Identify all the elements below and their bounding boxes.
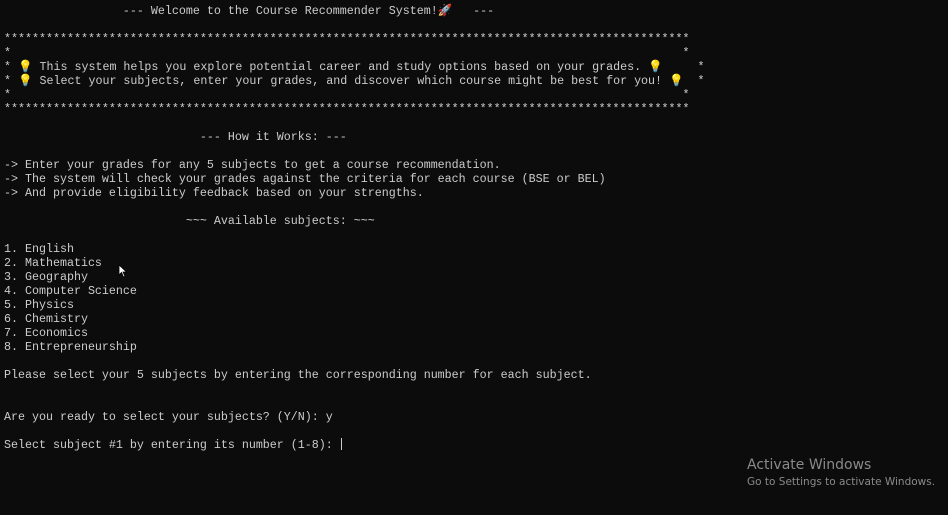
terminal-line-text: * * <box>4 46 690 60</box>
terminal-line-text: Please select your 5 subjects by enterin… <box>4 368 592 382</box>
terminal-line-text: * * <box>4 88 690 102</box>
terminal-line: -> The system will check your grades aga… <box>4 172 705 186</box>
terminal-line: * * <box>4 88 705 102</box>
terminal-line: 2. Mathematics <box>4 256 705 270</box>
terminal-line-text: ~~~ Available subjects: ~~~ <box>4 214 375 228</box>
terminal-line-text: 3. Geography <box>4 270 88 284</box>
terminal-line: * * <box>4 46 705 60</box>
mouse-cursor-icon <box>118 264 128 278</box>
terminal-line: Are you ready to select your subjects? (… <box>4 410 705 424</box>
text-cursor[interactable] <box>340 438 342 450</box>
terminal-line: 7. Economics <box>4 326 705 340</box>
watermark-subtitle: Go to Settings to activate Windows. <box>747 476 936 488</box>
terminal-line-text: 5. Physics <box>4 298 74 312</box>
terminal-line-text: Select subject #1 by entering its number… <box>4 438 340 452</box>
terminal-line-text: * 💡 This system helps you explore potent… <box>4 60 705 74</box>
terminal-line-text: 8. Entrepreneurship <box>4 340 137 354</box>
terminal-line-text: 6. Chemistry <box>4 312 88 326</box>
terminal-line: * 💡 Select your subjects, enter your gra… <box>4 74 705 88</box>
terminal-line: 4. Computer Science <box>4 284 705 298</box>
activate-windows-watermark: Activate Windows Go to Settings to activ… <box>747 457 935 490</box>
terminal-line: -> Enter your grades for any 5 subjects … <box>4 158 705 172</box>
terminal-line-text: 2. Mathematics <box>4 256 102 270</box>
terminal-line: Please select your 5 subjects by enterin… <box>4 368 705 382</box>
terminal-line-text: -> The system will check your grades aga… <box>4 172 606 186</box>
terminal-line: ****************************************… <box>4 102 705 116</box>
terminal-output[interactable]: --- Welcome to the Course Recommender Sy… <box>4 4 705 452</box>
terminal-line: -> And provide eligibility feedback base… <box>4 186 705 200</box>
terminal-line-text: ****************************************… <box>4 102 690 116</box>
terminal-line: ****************************************… <box>4 32 705 46</box>
terminal-line-text: --- Welcome to the Course Recommender Sy… <box>4 4 495 18</box>
terminal-line: --- Welcome to the Course Recommender Sy… <box>4 4 705 18</box>
terminal-line: 8. Entrepreneurship <box>4 340 705 354</box>
terminal-line: ~~~ Available subjects: ~~~ <box>4 214 705 228</box>
terminal-line-text: Are you ready to select your subjects? (… <box>4 410 333 424</box>
terminal-line-text: 4. Computer Science <box>4 284 137 298</box>
terminal-line: 6. Chemistry <box>4 312 705 326</box>
watermark-title: Activate Windows <box>747 457 872 473</box>
input-prompt-line: Select subject #1 by entering its number… <box>4 438 705 452</box>
terminal-line: * 💡 This system helps you explore potent… <box>4 60 705 74</box>
terminal-line: 5. Physics <box>4 298 705 312</box>
terminal-line-text: --- How it Works: --- <box>4 130 347 144</box>
terminal-line: --- How it Works: --- <box>4 130 705 144</box>
terminal-line-text: ****************************************… <box>4 32 690 46</box>
terminal-line-text: * 💡 Select your subjects, enter your gra… <box>4 74 705 88</box>
terminal-line-text: -> And provide eligibility feedback base… <box>4 186 424 200</box>
terminal-line-text: -> Enter your grades for any 5 subjects … <box>4 158 501 172</box>
terminal-line-text: 1. English <box>4 242 74 256</box>
terminal-line: 1. English <box>4 242 705 256</box>
terminal-line-text: 7. Economics <box>4 326 88 340</box>
terminal-line: 3. Geography <box>4 270 705 284</box>
